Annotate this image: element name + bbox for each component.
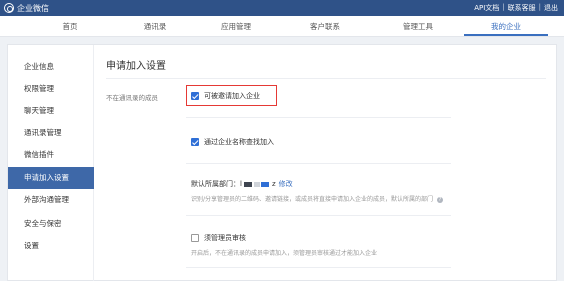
- sidebar-item-contacts-management[interactable]: 通讯录管理: [8, 122, 94, 144]
- top-bar: 企业微信 API文档 | 联系客服 | 退出: [0, 0, 564, 16]
- main-nav: 首页 通讯录 应用管理 客户联系 管理工具 我的企业: [0, 16, 564, 37]
- invite-checkbox[interactable]: [191, 92, 199, 100]
- department-name-fragment: l: [240, 180, 242, 188]
- redacted-block: [243, 181, 252, 187]
- link-separator: |: [502, 3, 505, 11]
- tab-management-tools[interactable]: 管理工具: [378, 21, 458, 32]
- sidebar-item-external-communication[interactable]: 外部沟通管理: [8, 189, 94, 211]
- tab-app-management[interactable]: 应用管理: [196, 21, 276, 32]
- redacted-block: [253, 181, 260, 187]
- admin-review-description: 开启后，不在通讯录的成员申请加入，须管理员审核通过才能加入企业: [191, 250, 378, 257]
- sidebar-item-enterprise-info[interactable]: 企业信息: [8, 56, 94, 78]
- title-divider: [106, 78, 546, 79]
- sidebar-item-wechat-plugin[interactable]: 微信插件: [8, 144, 94, 166]
- department-description: 识别/分享管理员的二维码、邀请链接，或成员将直接申请加入企业的成员，默认所属的部…: [191, 194, 443, 203]
- invite-option-label: 可被邀请加入企业: [204, 92, 260, 100]
- logout-link[interactable]: 退出: [544, 3, 558, 13]
- divider: [186, 117, 451, 118]
- department-description-text: 识别/分享管理员的二维码、邀请链接，或成员将直接申请加入企业的成员，默认所属的部…: [191, 196, 434, 203]
- active-tab-indicator: [464, 34, 548, 36]
- help-icon[interactable]: ?: [436, 196, 443, 203]
- admin-review-option[interactable]: 须管理员审核: [191, 233, 246, 243]
- search-join-checkbox[interactable]: [191, 138, 199, 146]
- wecom-logo-icon: [4, 3, 14, 13]
- settings-panel: 企业信息 权限管理 聊天管理 通讯录管理 微信插件 申请加入设置 外部沟通管理 …: [7, 44, 557, 281]
- divider: [186, 163, 451, 164]
- admin-review-label: 须管理员审核: [204, 234, 246, 242]
- contact-support-link[interactable]: 联系客服: [508, 3, 536, 13]
- brand[interactable]: 企业微信: [4, 2, 49, 14]
- link-separator: |: [538, 3, 541, 11]
- sidebar-item-permissions[interactable]: 权限管理: [8, 78, 94, 100]
- sidebar: 企业信息 权限管理 聊天管理 通讯录管理 微信插件 申请加入设置 外部沟通管理 …: [8, 45, 94, 281]
- sidebar-item-chat-management[interactable]: 聊天管理: [8, 100, 94, 122]
- department-name-suffix: z: [271, 180, 276, 188]
- invite-option[interactable]: 可被邀请加入企业: [191, 91, 260, 101]
- sidebar-item-settings[interactable]: 设置: [8, 235, 94, 257]
- top-links: API文档 | 联系客服 | 退出: [474, 3, 558, 13]
- app-name: 企业微信: [17, 3, 49, 13]
- redacted-block: [260, 181, 269, 187]
- admin-review-checkbox[interactable]: [191, 234, 199, 242]
- tab-home[interactable]: 首页: [30, 21, 110, 32]
- sidebar-item-security[interactable]: 安全与保密: [8, 213, 94, 235]
- tab-contacts[interactable]: 通讯录: [115, 21, 195, 32]
- tab-my-enterprise[interactable]: 我的企业: [466, 21, 546, 32]
- search-join-option[interactable]: 通过企业名称查找加入: [191, 137, 274, 147]
- tab-customer-contact[interactable]: 客户联系: [285, 21, 365, 32]
- page-title: 申请加入设置: [106, 61, 166, 72]
- api-docs-link[interactable]: API文档: [474, 3, 499, 13]
- section-label: 不在通讯录的成员: [106, 94, 158, 102]
- search-join-label: 通过企业名称查找加入: [204, 138, 274, 146]
- sidebar-item-join-settings[interactable]: 申请加入设置: [8, 167, 94, 189]
- edit-department-link[interactable]: 修改: [279, 179, 293, 189]
- divider: [186, 267, 451, 268]
- divider: [186, 215, 451, 216]
- main-content: 申请加入设置 不在通讯录的成员 可被邀请加入企业 通过企业名称查找加入 默认所属…: [94, 45, 558, 281]
- default-department-label: 默认所属部门：: [191, 180, 240, 188]
- default-department-row: 默认所属部门： l z 修改: [191, 179, 293, 189]
